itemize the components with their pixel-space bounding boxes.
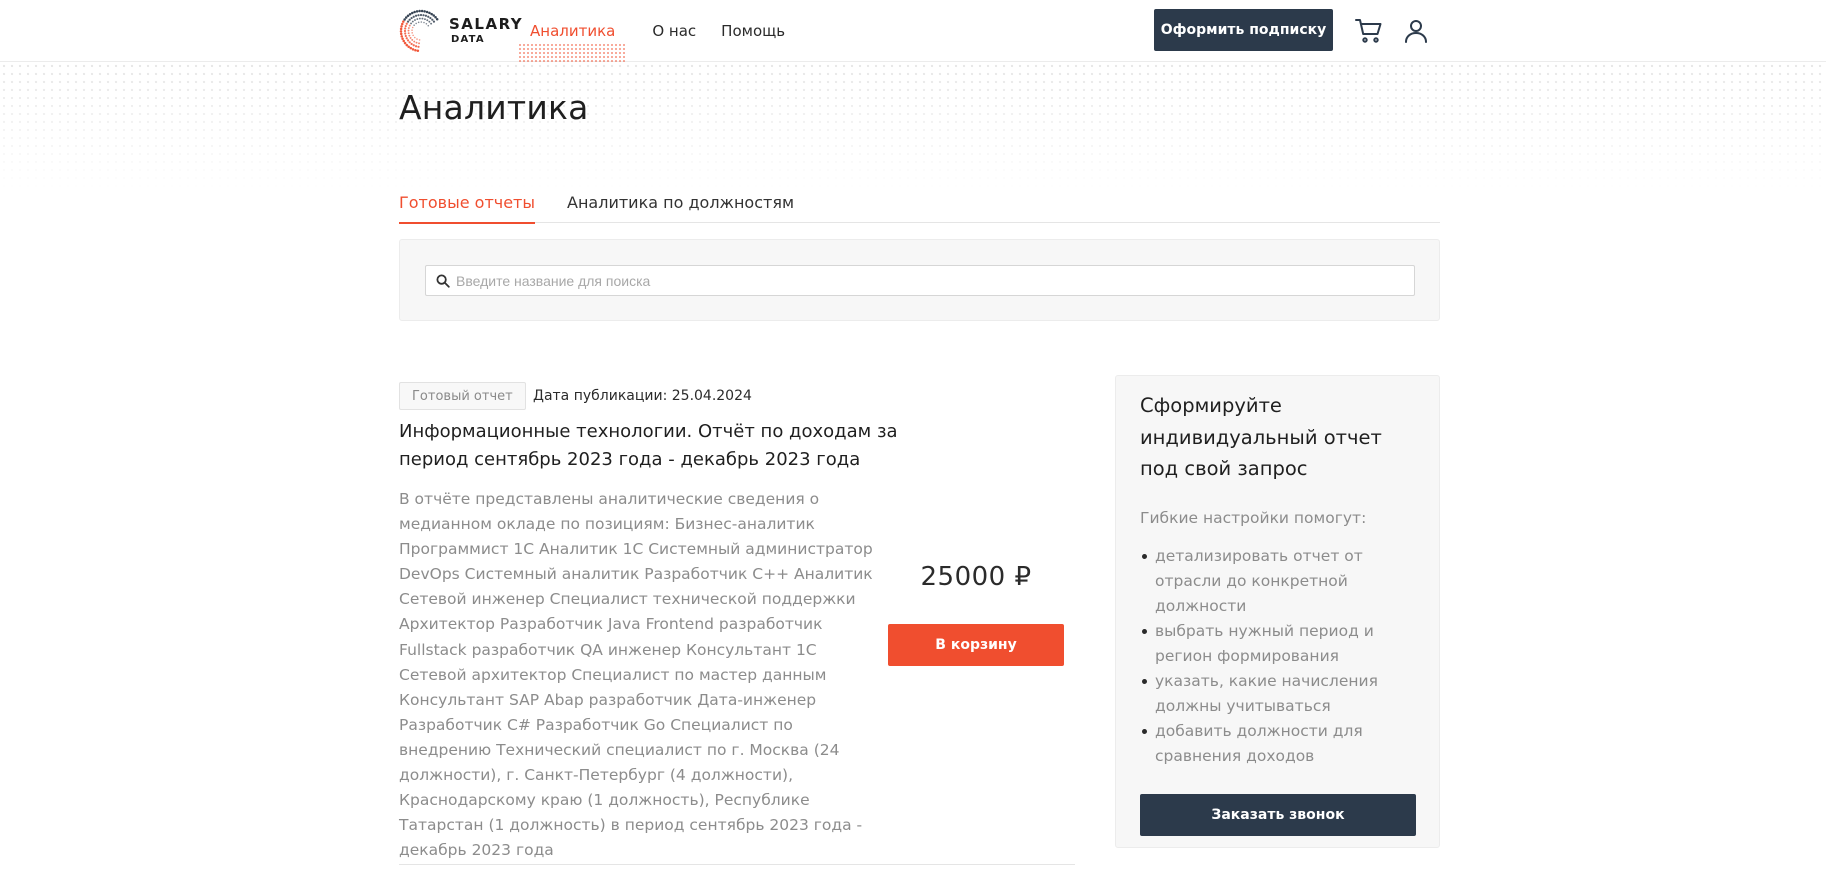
request-call-button[interactable]: Заказать звонок (1140, 794, 1416, 836)
page-title: Аналитика (399, 88, 589, 127)
logo-mark-icon (399, 9, 439, 52)
publication-date: Дата публикации: 25.04.2024 (533, 388, 752, 404)
nav-item-help[interactable]: Помощь (721, 0, 785, 62)
top-header: SALARY DATA Аналитика О нас Помощь Оформ… (0, 0, 1826, 62)
list-item: указать, какие начисления должны учитыва… (1140, 669, 1420, 719)
tab-ready-reports[interactable]: Готовые отчеты (399, 182, 536, 224)
logo[interactable]: SALARY DATA (399, 9, 523, 53)
search-input[interactable] (456, 272, 1396, 289)
add-to-cart-button[interactable]: В корзину (888, 624, 1064, 666)
tab-position-analytics[interactable]: Аналитика по должностям (567, 182, 794, 223)
search-box[interactable] (425, 265, 1415, 296)
custom-report-promo: Сформируйте индивидуальный отчет под сво… (1115, 375, 1440, 848)
promo-benefits-list: детализировать отчет от отрасли до конкр… (1140, 544, 1420, 769)
promo-title: Сформируйте индивидуальный отчет под сво… (1140, 394, 1382, 480)
tabs-bar: Готовые отчеты Аналитика по должностям (399, 182, 1440, 224)
report-type-badge: Готовый отчет (399, 382, 526, 410)
list-item: детализировать отчет от отрасли до конкр… (1140, 544, 1420, 619)
report-price: 25000 ₽ (920, 562, 1032, 592)
card-divider (399, 864, 1075, 865)
search-icon (436, 274, 450, 288)
search-panel (399, 239, 1440, 321)
nav-item-analytics[interactable]: Аналитика (518, 0, 628, 62)
logo-text-line2: DATA (451, 34, 485, 45)
user-icon[interactable] (1403, 18, 1429, 44)
list-item: добавить должности для сравнения доходов (1140, 719, 1420, 769)
dotted-background (0, 62, 1826, 192)
nav-item-about[interactable]: О нас (652, 0, 696, 62)
list-item: выбрать нужный период и регион формирова… (1140, 619, 1420, 669)
subscribe-button[interactable]: Оформить подписку (1154, 9, 1333, 51)
main-nav: Аналитика О нас Помощь (518, 0, 810, 62)
report-description: В отчёте представлены аналитические свед… (399, 490, 873, 860)
cart-icon[interactable] (1355, 18, 1383, 44)
promo-subtitle: Гибкие настройки помогут: (1140, 509, 1367, 527)
report-title[interactable]: Информационные технологии. Отчёт по дохо… (399, 418, 899, 474)
logo-text-line1: SALARY (449, 15, 524, 33)
